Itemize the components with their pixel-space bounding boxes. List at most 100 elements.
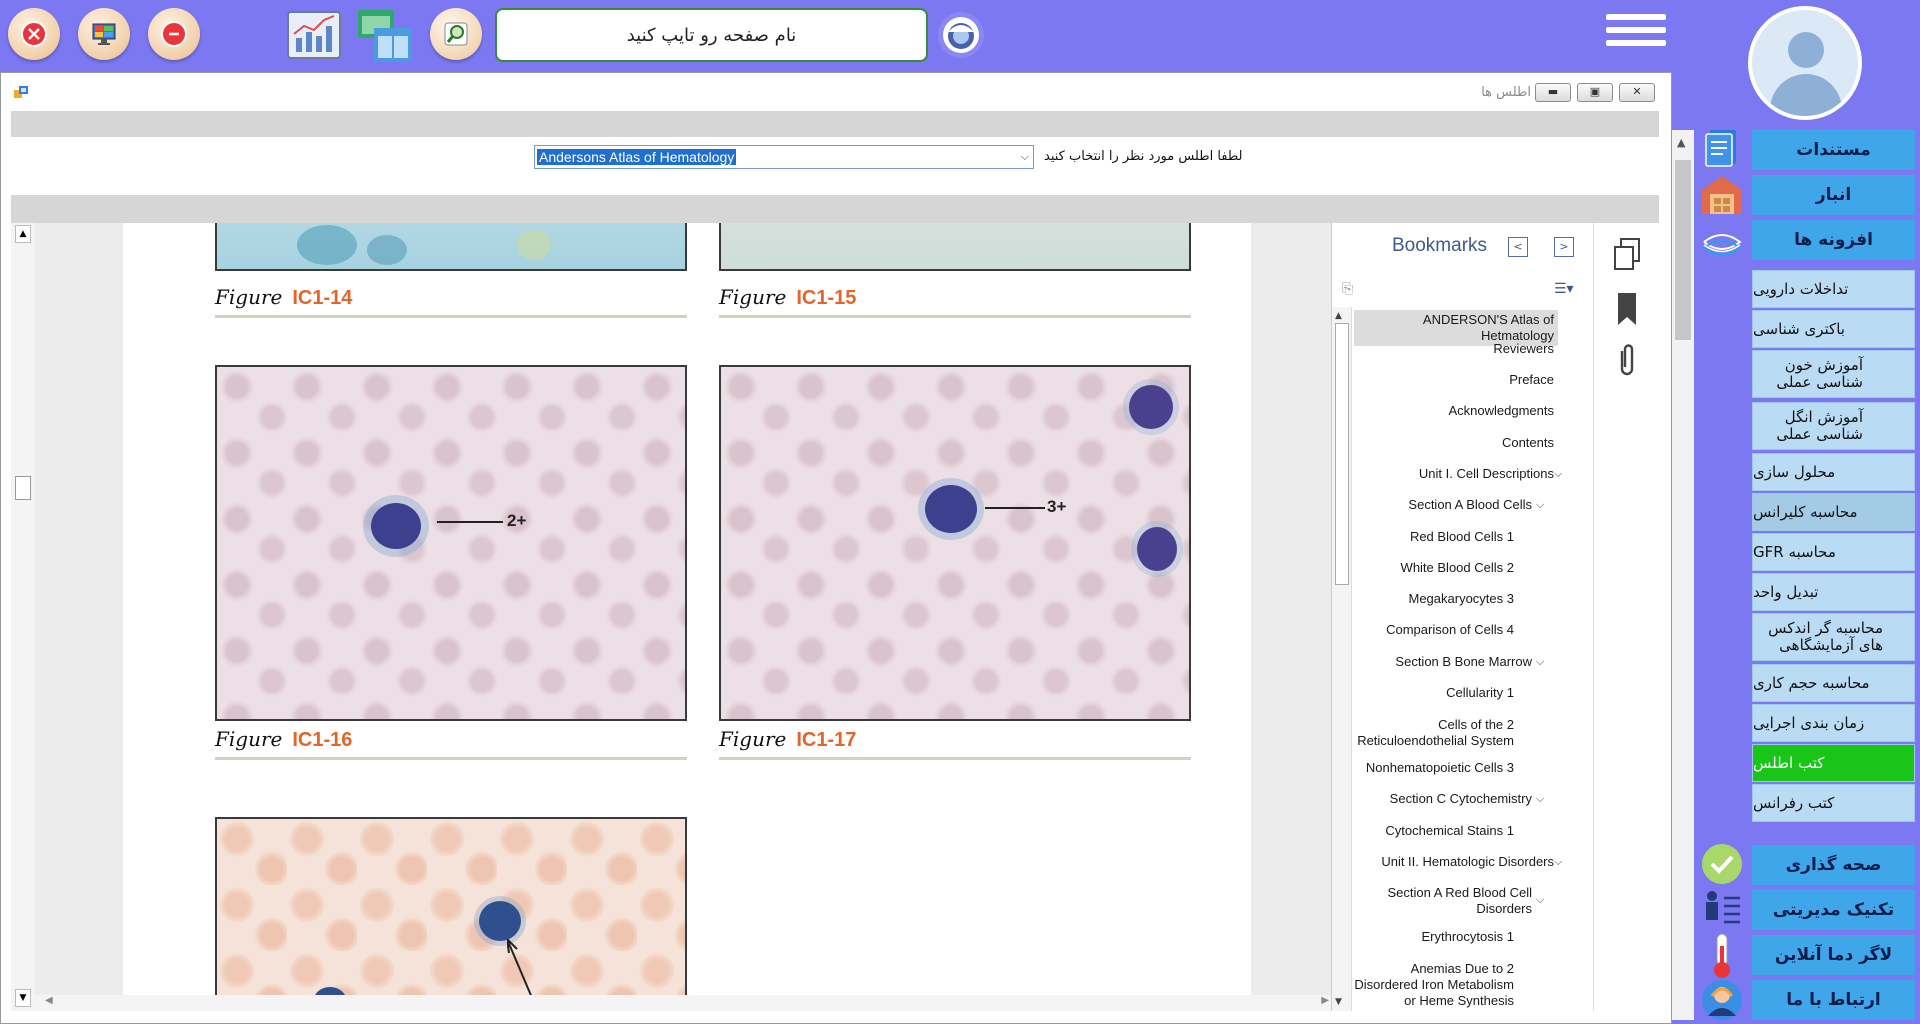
bookmark-item[interactable]: Red Blood Cells 1: [1410, 529, 1514, 545]
sidebar-item-label: تبدیل واحد: [1753, 582, 1819, 601]
sidebar-item-drug-interactions[interactable]: تداخلات دارویی: [1752, 270, 1915, 308]
bookmarks-scrollbar[interactable]: ▲ ▼: [1332, 307, 1352, 1011]
bookmark-item[interactable]: Megakaryocytes 3: [1409, 591, 1515, 607]
page-search-input[interactable]: نام صفحه رو تایپ کنید: [495, 8, 928, 62]
sidebar-item-label: انبار: [1815, 184, 1852, 205]
pdf-horizontal-scrollbar[interactable]: ◀ ▶: [35, 995, 1335, 1011]
sidebar-item-validation[interactable]: صحه گذاری: [1752, 845, 1915, 885]
chevron-down-icon[interactable]: ⌵: [1554, 855, 1562, 869]
sidebar-item-solution-prep[interactable]: محلول سازی: [1752, 453, 1915, 491]
bookmark-item[interactable]: Section A Blood Cells: [1408, 497, 1532, 513]
scroll-right-icon[interactable]: ▶: [1321, 995, 1329, 1006]
sidebar-item-management-technique[interactable]: تکنیک مدیریتی: [1752, 890, 1915, 930]
user-avatar[interactable]: [1748, 6, 1862, 120]
top-toolbar: نام صفحه رو تایپ کنید: [0, 0, 1672, 70]
close-icon: [21, 21, 47, 47]
scroll-left-icon[interactable]: ◀: [45, 995, 53, 1006]
bookmark-add-icon[interactable]: ⎘: [1342, 281, 1360, 299]
pdf-vertical-scrollbar[interactable]: ▲ ▼: [11, 223, 35, 1011]
caption-rule: [215, 315, 687, 318]
sidebar-item-contact-us[interactable]: ارتباط با ما: [1752, 980, 1915, 1020]
scroll-up-icon[interactable]: ▲: [15, 225, 31, 243]
bookmark-item[interactable]: Unit II. Hematologic Disorders: [1381, 854, 1554, 870]
scroll-thumb[interactable]: [15, 476, 31, 500]
figure-image-ic1-14: [215, 223, 687, 271]
bookmark-item[interactable]: Erythrocytosis 1: [1422, 929, 1514, 945]
bookmark-icon[interactable]: [1612, 291, 1642, 327]
sidebar-item-label: زمان بندی اجرایی: [1753, 713, 1865, 732]
attachment-icon[interactable]: [1612, 343, 1642, 379]
window-close-button[interactable]: ✕: [1619, 83, 1655, 102]
sidebar-item-parasitology-training[interactable]: آموزش انگل شناسی عملی: [1752, 402, 1915, 450]
sidebar-item-workload[interactable]: محاسبه حجم کاری: [1752, 664, 1915, 702]
sidebar-item-label: کتب اطلس: [1753, 753, 1825, 772]
bookmark-item[interactable]: Anemias Due to 2: [1411, 961, 1514, 977]
sidebar-scrollbar[interactable]: ▲: [1672, 130, 1694, 1020]
sidebar-item-documents[interactable]: مستندات: [1752, 130, 1915, 170]
bookmark-item[interactable]: Section C Cytochemistry: [1390, 791, 1532, 807]
bookmark-item[interactable]: Disorders: [1476, 901, 1532, 917]
bookmark-item[interactable]: Preface: [1509, 372, 1554, 388]
bookmark-options-icon[interactable]: ☰▾: [1554, 281, 1586, 299]
windows-button[interactable]: [356, 8, 412, 62]
view-toggle-button[interactable]: [938, 12, 984, 58]
minus-icon: [161, 21, 187, 47]
pages-icon[interactable]: [1612, 237, 1642, 273]
sidebar-item-reference-books[interactable]: کتب رفرانس: [1752, 784, 1915, 822]
bookmark-item[interactable]: Cellularity 1: [1446, 685, 1514, 701]
window-minimize-button[interactable]: ▬: [1535, 83, 1571, 102]
scroll-up-icon[interactable]: ▲: [1335, 311, 1342, 321]
bookmark-item[interactable]: Reviewers: [1493, 341, 1554, 357]
bookmark-item[interactable]: or Heme Synthesis: [1404, 993, 1514, 1009]
bookmark-item[interactable]: Cells of the 2: [1438, 717, 1514, 733]
scroll-up-icon[interactable]: ▲: [1677, 136, 1685, 149]
sidebar-item-hematology-training[interactable]: آموزش خون شناسی عملی: [1752, 350, 1915, 398]
atlas-select-dropdown[interactable]: Andersons Atlas of Hematology ⌵: [534, 145, 1034, 169]
desktop-button[interactable]: [78, 8, 130, 60]
bookmark-item[interactable]: Section B Bone Marrow: [1395, 654, 1532, 670]
bookmark-item[interactable]: Comparison of Cells 4: [1386, 622, 1514, 638]
sidebar-item-gfr[interactable]: محاسبه GFR: [1752, 533, 1915, 571]
sidebar-item-scheduling[interactable]: زمان بندی اجرایی: [1752, 704, 1915, 742]
bookmark-item[interactable]: Section A Red Blood Cell: [1387, 885, 1532, 901]
scroll-thumb[interactable]: [1675, 160, 1691, 340]
sidebar-item-clearance[interactable]: محاسبه کلیرانس: [1752, 493, 1915, 531]
minimize-app-button[interactable]: [148, 8, 200, 60]
figure-word: Figure: [215, 727, 283, 751]
figure-word: Figure: [215, 285, 283, 309]
bookmark-item[interactable]: Acknowledgments: [1449, 403, 1555, 419]
sidebar-item-atlas-books[interactable]: کتب اطلس: [1752, 744, 1915, 782]
scroll-down-icon[interactable]: ▼: [15, 989, 31, 1007]
chevron-down-icon[interactable]: ⌵: [1536, 893, 1544, 907]
figure-word: Figure: [719, 727, 787, 751]
scroll-down-icon[interactable]: ▼: [1335, 997, 1342, 1007]
sidebar-item-warehouse[interactable]: انبار: [1752, 175, 1915, 215]
sidebar-item-bacteriology[interactable]: باکتری شناسی: [1752, 310, 1915, 348]
bookmark-item[interactable]: Contents: [1502, 435, 1554, 451]
bookmark-item[interactable]: White Blood Cells 2: [1401, 560, 1514, 576]
chevron-down-icon[interactable]: ⌵: [1536, 792, 1544, 806]
sidebar-item-lab-indices[interactable]: محاسبه گر اندکس های آزمایشگاهی: [1752, 613, 1915, 661]
window-restore-button[interactable]: ▣: [1577, 83, 1613, 102]
bookmark-item[interactable]: Cytochemical Stains 1: [1385, 823, 1514, 839]
sidebar-item-unit-conversion[interactable]: تبدیل واحد: [1752, 573, 1915, 611]
chevron-down-icon[interactable]: ⌵: [1554, 467, 1562, 481]
bookmark-item[interactable]: Disordered Iron Metabolism: [1354, 977, 1514, 993]
bookmarks-forward-button[interactable]: >: [1554, 237, 1574, 257]
hamburger-menu-icon[interactable]: [1606, 14, 1666, 58]
chevron-down-icon[interactable]: ⌵: [1536, 655, 1544, 669]
sidebar-item-plugins[interactable]: افزونه ها: [1752, 220, 1915, 260]
bookmark-item[interactable]: Reticuloendothelial System: [1357, 733, 1514, 749]
close-app-button[interactable]: [8, 8, 60, 60]
checkmark-icon: [1700, 842, 1744, 884]
scroll-thumb[interactable]: [1335, 323, 1349, 585]
pdf-viewer[interactable]: ▲ ▼ Figure IC1-14 Figure IC1-15 2+ 3+ Fi…: [11, 223, 1335, 1011]
search-button[interactable]: [430, 8, 482, 60]
bookmark-item[interactable]: Nonhematopoietic Cells 3: [1366, 760, 1514, 776]
bookmark-item[interactable]: Unit I. Cell Descriptions: [1419, 466, 1554, 482]
bookmarks-back-button[interactable]: <: [1508, 237, 1528, 257]
reports-button[interactable]: [286, 8, 342, 62]
sidebar-item-temperature-logger[interactable]: لاگر دما آنلاین: [1752, 935, 1915, 975]
sidebar-item-label: محاسبه گر اندکس های آزمایشگاهی: [1768, 619, 1883, 654]
chevron-down-icon[interactable]: ⌵: [1536, 498, 1544, 512]
